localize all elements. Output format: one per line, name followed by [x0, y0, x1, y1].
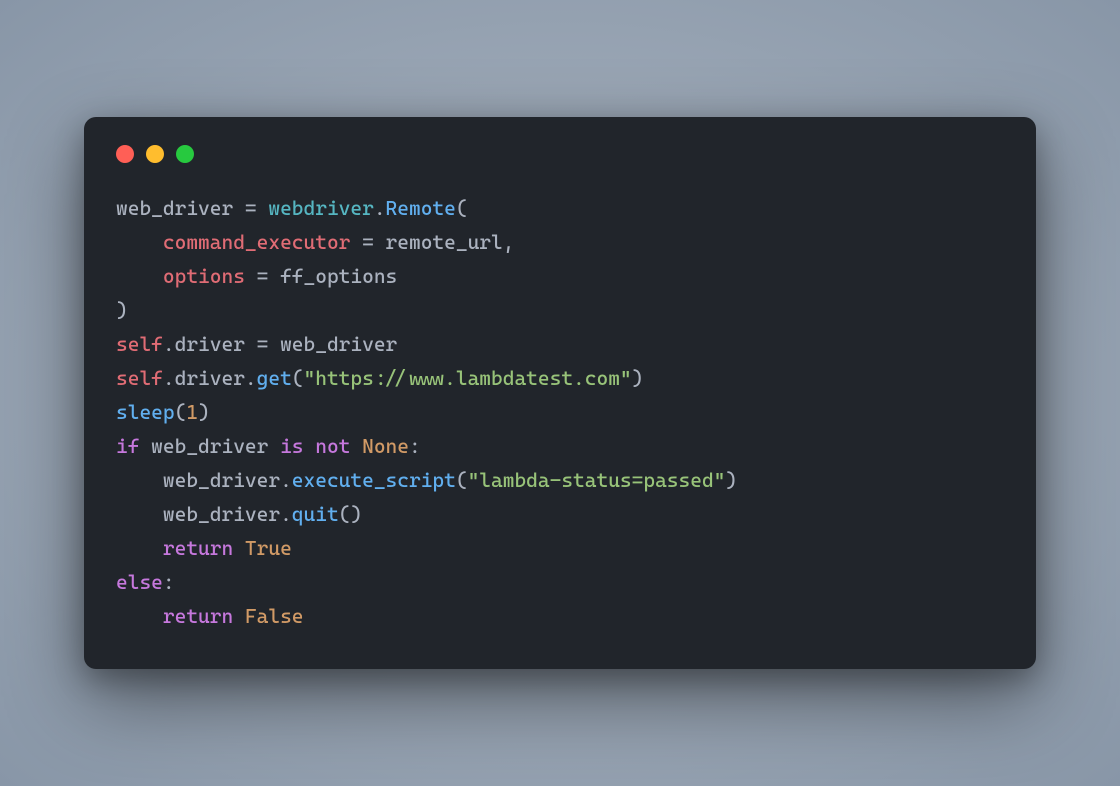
code-line: if web_driver is not None: [116, 429, 1004, 463]
code-token [304, 434, 316, 458]
code-line: command_executor = remote_url, [116, 225, 1004, 259]
code-line: web_driver.quit() [116, 497, 1004, 531]
code-token: : [409, 434, 421, 458]
code-line: return False [116, 599, 1004, 633]
code-token: . [245, 366, 257, 390]
code-token: remote_url [386, 230, 503, 254]
code-block: web_driver = webdriver.Remote( command_e… [116, 191, 1004, 633]
code-token: get [257, 366, 292, 390]
code-token: web_driver [116, 196, 233, 220]
code-token: () [339, 502, 362, 526]
maximize-icon[interactable] [176, 145, 194, 163]
code-token: ) [632, 366, 644, 390]
code-token: . [280, 468, 292, 492]
close-icon[interactable] [116, 145, 134, 163]
code-token [116, 468, 163, 492]
code-window: web_driver = webdriver.Remote( command_e… [84, 117, 1036, 669]
window-titlebar [116, 145, 1004, 163]
code-token: ff_options [280, 264, 397, 288]
code-token [116, 264, 163, 288]
code-token: if [116, 434, 139, 458]
code-token: . [374, 196, 386, 220]
code-token: quit [292, 502, 339, 526]
code-token: is [280, 434, 303, 458]
code-token: self [116, 332, 163, 356]
code-token [245, 264, 257, 288]
code-line: ) [116, 293, 1004, 327]
code-token: True [245, 536, 292, 560]
code-line: sleep(1) [116, 395, 1004, 429]
code-line: self.driver.get("https://www.lambdatest.… [116, 361, 1004, 395]
code-token: return [163, 604, 233, 628]
code-token: ) [725, 468, 737, 492]
minimize-icon[interactable] [146, 145, 164, 163]
code-token: Remote [386, 196, 456, 220]
code-token: options [163, 264, 245, 288]
code-token: . [163, 366, 175, 390]
code-token [268, 434, 280, 458]
code-line: return True [116, 531, 1004, 565]
code-token [268, 332, 280, 356]
code-token [350, 434, 362, 458]
code-token: web_driver [280, 332, 397, 356]
code-token: driver [175, 366, 245, 390]
code-token: = [257, 332, 269, 356]
code-line: web_driver.execute_script("lambda-status… [116, 463, 1004, 497]
code-line: options = ff_options [116, 259, 1004, 293]
code-line: self.driver = web_driver [116, 327, 1004, 361]
code-token: ( [456, 468, 468, 492]
code-token [257, 196, 269, 220]
code-token: sleep [116, 400, 175, 424]
code-token [233, 604, 245, 628]
code-token: ( [456, 196, 468, 220]
code-token: ) [116, 298, 128, 322]
code-token [116, 604, 163, 628]
code-token: not [315, 434, 350, 458]
code-token: = [257, 264, 269, 288]
code-token [233, 536, 245, 560]
code-token: else [116, 570, 163, 594]
code-token: web_driver [163, 502, 280, 526]
code-token: . [163, 332, 175, 356]
code-token: : [163, 570, 175, 594]
code-token [374, 230, 386, 254]
code-token [350, 230, 362, 254]
code-token: return [163, 536, 233, 560]
code-token [139, 434, 151, 458]
code-token [268, 264, 280, 288]
code-token [245, 332, 257, 356]
code-token [116, 536, 163, 560]
code-token: = [362, 230, 374, 254]
code-token: driver [175, 332, 245, 356]
code-token: . [280, 502, 292, 526]
code-token: None [362, 434, 409, 458]
code-token: "https://www.lambdatest.com" [304, 366, 632, 390]
code-token: , [503, 230, 515, 254]
code-token: = [245, 196, 257, 220]
code-token: web_driver [163, 468, 280, 492]
code-token: webdriver [268, 196, 373, 220]
code-token: web_driver [151, 434, 268, 458]
code-token: execute_script [292, 468, 456, 492]
code-token: ) [198, 400, 210, 424]
code-token: command_executor [163, 230, 351, 254]
code-token: ( [292, 366, 304, 390]
code-token: 1 [186, 400, 198, 424]
code-token [116, 230, 163, 254]
code-token: False [245, 604, 304, 628]
code-token: ( [175, 400, 187, 424]
code-line: else: [116, 565, 1004, 599]
code-token [233, 196, 245, 220]
code-token [116, 502, 163, 526]
code-token: "lambda-status=passed" [468, 468, 726, 492]
code-line: web_driver = webdriver.Remote( [116, 191, 1004, 225]
code-token: self [116, 366, 163, 390]
